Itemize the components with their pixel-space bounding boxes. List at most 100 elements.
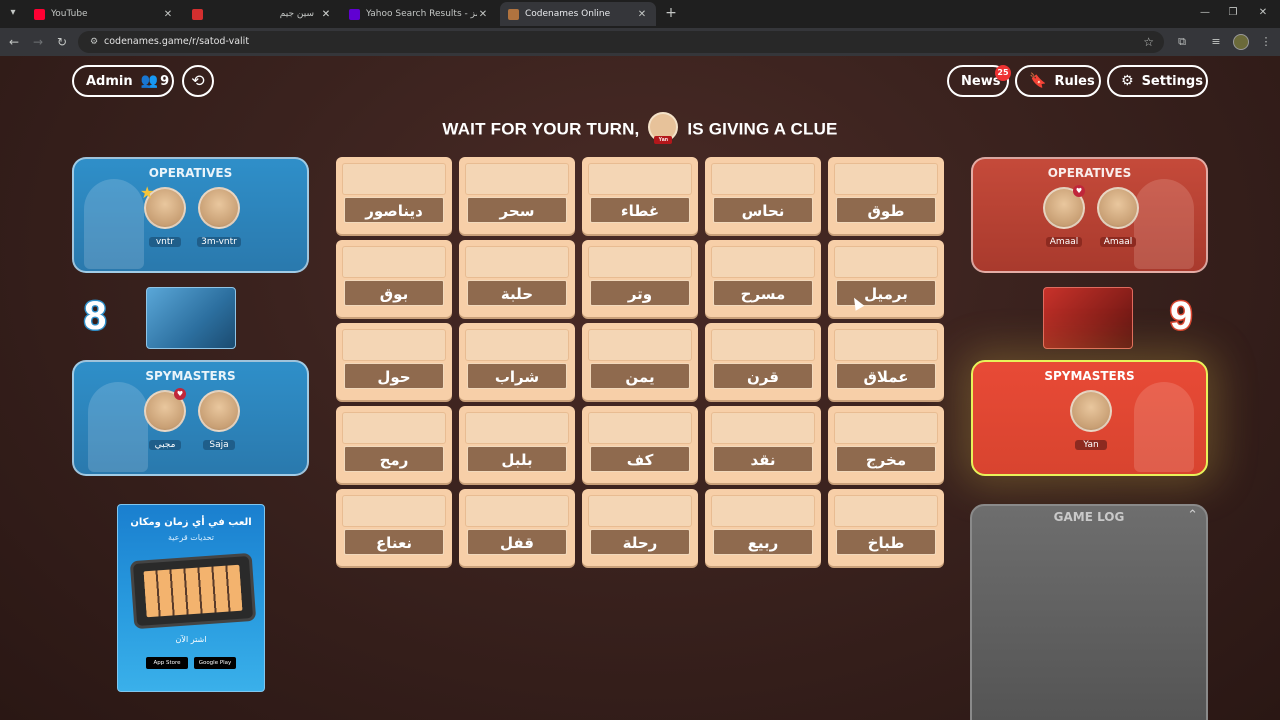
reset-game-icon[interactable]: ⟲: [182, 65, 214, 97]
settings-button[interactable]: ⚙ Settings: [1107, 65, 1208, 97]
word-card[interactable]: مخرج: [828, 406, 944, 483]
card-top-panel: [342, 412, 446, 444]
card-top-panel: [588, 495, 692, 527]
word-card[interactable]: بلبل: [459, 406, 575, 483]
tab-3[interactable]: سين جيم ✕: [184, 2, 340, 26]
red-operative-player[interactable]: Amaal: [1093, 187, 1143, 248]
card-word: رحلة: [590, 529, 690, 555]
card-top-panel: [465, 329, 569, 361]
card-word: سحر: [467, 197, 567, 223]
url-text[interactable]: codenames.game/r/satod-valit: [104, 35, 249, 49]
heart-icon: ♥: [1073, 185, 1085, 197]
status-text-before: WAIT FOR YOUR TURN,: [442, 119, 640, 139]
word-card[interactable]: برميل: [828, 240, 944, 317]
close-icon[interactable]: ✕: [162, 9, 174, 20]
close-icon[interactable]: ✕: [320, 9, 332, 20]
tablet-image: [129, 552, 257, 630]
heart-icon: ♥: [174, 388, 186, 400]
close-icon[interactable]: ✕: [477, 9, 489, 20]
red-agent-card-image: [1043, 287, 1133, 349]
blue-operative-player[interactable]: ★ vntr: [140, 183, 190, 248]
word-card[interactable]: سحر: [459, 157, 575, 234]
word-card[interactable]: عملاق: [828, 323, 944, 400]
avatar: [198, 390, 240, 432]
tab-search-chevron-icon[interactable]: ▾: [4, 4, 22, 22]
kebab-menu-icon[interactable]: ⋮: [1258, 34, 1274, 50]
status-text-after: IS GIVING A CLUE: [687, 119, 838, 139]
word-card[interactable]: ديناصور: [336, 157, 452, 234]
app-store-badge[interactable]: App Store: [146, 657, 188, 669]
tab-yahoo[interactable]: Yahoo Search Results - كود نيمز ✕: [341, 2, 497, 26]
player-name: Amaal: [1099, 237, 1137, 247]
card-word: يمن: [590, 363, 690, 389]
card-word: بلبل: [467, 446, 567, 472]
clue-giver-name: Yan: [654, 136, 673, 144]
restore-icon[interactable]: ❐: [1224, 5, 1242, 21]
red-spymaster-player[interactable]: Yan: [1066, 390, 1116, 451]
chevron-up-icon[interactable]: ⌃: [1187, 508, 1198, 523]
tab-codenames[interactable]: Codenames Online ✕: [500, 2, 656, 26]
app-advertisement[interactable]: العب في أي زمان ومكان تحديات قرعية اشتر …: [117, 504, 265, 692]
word-card[interactable]: ربيع: [705, 489, 821, 566]
word-card[interactable]: شراب: [459, 323, 575, 400]
admin-button[interactable]: Admin 👥 9: [72, 65, 174, 97]
blue-spymasters-title: SPYMASTERS: [145, 369, 236, 383]
word-card[interactable]: رحلة: [582, 489, 698, 566]
avatar: [198, 187, 240, 229]
ad-cta[interactable]: اشتر الآن: [118, 635, 264, 644]
minimize-icon[interactable]: —: [1196, 5, 1214, 21]
players-icon: 👥: [140, 73, 159, 89]
word-card[interactable]: رمح: [336, 406, 452, 483]
word-card[interactable]: كف: [582, 406, 698, 483]
news-count-badge: 25: [995, 65, 1011, 81]
card-word: شراب: [467, 363, 567, 389]
forward-arrow-icon[interactable]: →: [30, 34, 46, 50]
blue-score: 8: [82, 293, 107, 340]
crown-icon: ★: [140, 183, 155, 202]
word-card[interactable]: غطاء: [582, 157, 698, 234]
reading-list-icon[interactable]: ≡: [1208, 34, 1224, 50]
extensions-icon[interactable]: ⧉: [1174, 34, 1190, 50]
blue-agent-card-image: [146, 287, 236, 349]
back-arrow-icon[interactable]: ←: [6, 34, 22, 50]
word-card[interactable]: بوق: [336, 240, 452, 317]
google-play-badge[interactable]: Google Play: [194, 657, 236, 669]
turn-status: WAIT FOR YOUR TURN, Yan IS GIVING A CLUE: [0, 112, 1280, 144]
word-card[interactable]: طباخ: [828, 489, 944, 566]
card-top-panel: [342, 329, 446, 361]
admin-label: Admin: [86, 73, 133, 89]
blue-operatives-panel: OPERATIVES ★ vntr 3m-vntr: [72, 157, 309, 273]
browser-tab-bar: ▾ YouTube ✕ ✕ سين جيم ✕ Yahoo Search Res…: [0, 0, 1280, 28]
site-info-icon[interactable]: ⚙: [88, 36, 100, 48]
reload-icon[interactable]: ↻: [54, 34, 70, 50]
blue-operative-player[interactable]: 3m-vntr: [194, 187, 244, 248]
word-card[interactable]: نقد: [705, 406, 821, 483]
player-name: Yan: [1075, 440, 1107, 450]
word-card[interactable]: طوق: [828, 157, 944, 234]
word-card[interactable]: وتر: [582, 240, 698, 317]
rules-button[interactable]: 🔖 Rules: [1015, 65, 1101, 97]
blue-spymaster-player[interactable]: ♥ مجبي: [140, 388, 190, 451]
red-operative-player[interactable]: ♥ Amaal: [1039, 185, 1089, 248]
bookmark-star-icon[interactable]: ☆: [1143, 34, 1154, 50]
card-top-panel: [342, 495, 446, 527]
word-card[interactable]: قرن: [705, 323, 821, 400]
yahoo-icon: [349, 8, 360, 20]
word-card[interactable]: مسرح: [705, 240, 821, 317]
close-icon[interactable]: ✕: [636, 9, 648, 20]
window-close-icon[interactable]: ✕: [1254, 5, 1272, 21]
new-tab-plus-icon[interactable]: +: [664, 5, 678, 21]
card-top-panel: [711, 329, 815, 361]
address-bar[interactable]: ⚙ codenames.game/r/satod-valit ☆: [78, 31, 1164, 53]
profile-avatar[interactable]: [1233, 34, 1249, 50]
youtube-icon: [34, 8, 45, 20]
word-card[interactable]: يمن: [582, 323, 698, 400]
word-card[interactable]: قفل: [459, 489, 575, 566]
card-top-panel: [465, 412, 569, 444]
word-card[interactable]: حول: [336, 323, 452, 400]
blue-spymaster-player[interactable]: Saja: [194, 390, 244, 451]
word-card[interactable]: نعناع: [336, 489, 452, 566]
word-card[interactable]: حلبة: [459, 240, 575, 317]
word-card[interactable]: نحاس: [705, 157, 821, 234]
tab-youtube[interactable]: YouTube ✕: [26, 2, 182, 26]
